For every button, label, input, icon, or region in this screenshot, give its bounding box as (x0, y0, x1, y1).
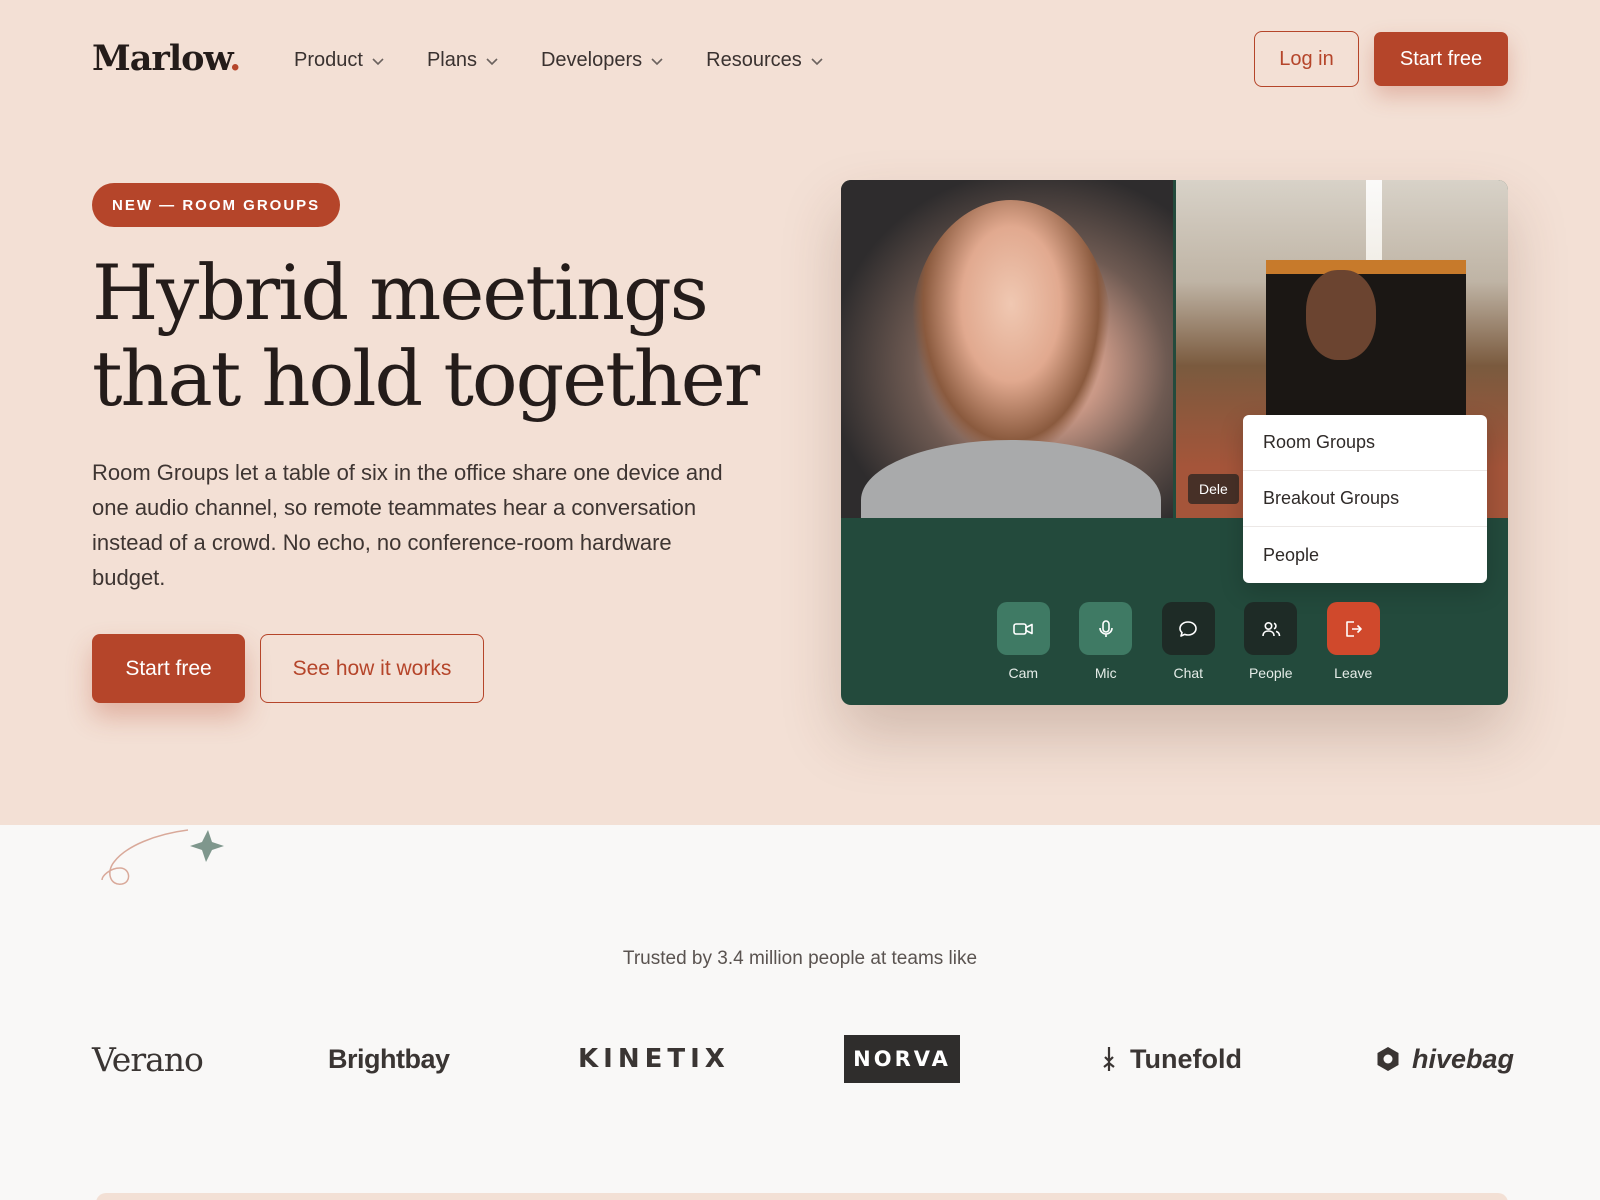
logo-tunefold: Tunefold (1100, 1034, 1242, 1084)
tuning-fork-icon (1103, 1047, 1115, 1071)
hero-subtext: Room Groups let a table of six in the of… (92, 460, 723, 590)
hexagon-icon (1377, 1047, 1399, 1071)
hero-start-free-button[interactable]: Start free (92, 634, 245, 703)
headline-line-1: Hybrid meetings (92, 248, 709, 337)
trusted-by-text: Trusted by 3.4 million people at teams l… (622, 948, 978, 969)
logo-kinetix: KINETIX (578, 1044, 730, 1074)
participant-2-portrait (1306, 270, 1376, 360)
hero-headline: Hybrid meetings that hold together (92, 250, 792, 422)
mic-button[interactable] (1079, 602, 1133, 655)
logo-hivebag-text: hivebag (1412, 1043, 1515, 1074)
menu-item-breakout-groups[interactable]: Breakout Groups (1243, 471, 1487, 527)
cam-control[interactable]: Cam (982, 602, 1065, 681)
headline-line-2: that hold together (92, 334, 760, 423)
swirl-sparkle-decoration (101, 829, 224, 885)
mic-icon (1098, 619, 1113, 637)
brand-logo[interactable]: Marlow. (92, 38, 241, 79)
participant-1-shirt (861, 440, 1161, 518)
people-icon (1261, 621, 1281, 636)
nav-item-developers[interactable]: Developers (541, 49, 664, 72)
leave-label: Leave (1334, 665, 1373, 681)
new-feature-badge[interactable]: NEW — ROOM GROUPS (92, 183, 341, 227)
participant-name-tag: Dele (1188, 474, 1239, 504)
nav-item-product[interactable]: Product (294, 49, 385, 72)
video-tile-participant-1[interactable] (841, 180, 1173, 518)
chevron-down-icon (486, 57, 498, 65)
participant-1-portrait (911, 200, 1111, 460)
leave-icon (1346, 620, 1363, 637)
chat-icon (1179, 620, 1198, 637)
chevron-down-icon (651, 57, 663, 65)
logo-brightbay: Brightbay (328, 1043, 450, 1074)
nav-item-label: Plans (426, 49, 477, 71)
chevron-down-icon (811, 57, 823, 65)
nav-item-label: Product (294, 49, 363, 71)
logo-norva: NORVA (844, 1035, 960, 1083)
nav-item-resources[interactable]: Resources (706, 49, 824, 72)
people-button[interactable] (1244, 602, 1298, 655)
mic-control[interactable]: Mic (1065, 602, 1148, 681)
logo-hivebag: hivebag (1376, 1034, 1514, 1084)
nav-item-label: Developers (540, 49, 643, 71)
main-nav: Product Plans Developers Resources (294, 49, 866, 72)
next-section-edge (96, 1193, 1508, 1200)
people-control[interactable]: People (1230, 602, 1313, 681)
nav-start-free-button[interactable]: Start free (1374, 32, 1508, 86)
meeting-controls: Cam Mic Chat People Leave (982, 602, 1395, 681)
mic-label: Mic (1094, 665, 1117, 681)
brand-dot: . (229, 38, 241, 79)
leave-control[interactable]: Leave (1312, 602, 1395, 681)
people-label: People (1248, 665, 1293, 681)
chat-button[interactable] (1161, 602, 1215, 655)
group-menu-dropdown: Room Groups Breakout Groups People (1243, 415, 1487, 583)
brand-name: Marlow (92, 38, 230, 79)
menu-item-room-groups[interactable]: Room Groups (1243, 415, 1487, 471)
menu-item-people[interactable]: People (1243, 527, 1487, 583)
see-how-it-works-button[interactable]: See how it works (260, 634, 484, 703)
logo-verano: Verano (92, 1039, 204, 1079)
chat-control[interactable]: Chat (1147, 602, 1230, 681)
camera-icon (1013, 622, 1034, 635)
nav-item-label: Resources (706, 49, 802, 71)
leave-button[interactable] (1326, 602, 1380, 655)
cam-button[interactable] (996, 602, 1050, 655)
nav-item-plans[interactable]: Plans (427, 49, 499, 72)
chat-label: Chat (1173, 665, 1204, 681)
logo-tunefold-text: Tunefold (1130, 1043, 1242, 1074)
customer-logos: Verano Brightbay KINETIX NORVA Tunefold … (0, 1034, 1600, 1084)
cam-label: Cam (1008, 665, 1039, 681)
login-button[interactable]: Log in (1254, 31, 1359, 87)
chevron-down-icon (372, 57, 384, 65)
